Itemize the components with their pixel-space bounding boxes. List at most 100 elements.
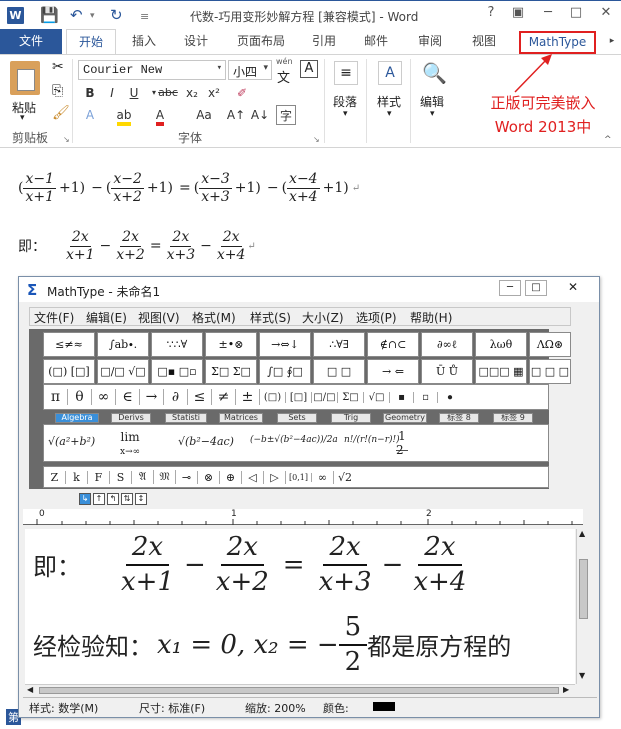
menu-size[interactable]: 大小(Z)	[302, 309, 344, 326]
symbol-infinity-small[interactable]: ∞	[312, 470, 334, 484]
tabstop-left-icon[interactable]: ↳	[79, 493, 91, 505]
tab-9[interactable]: 标签 9	[493, 413, 533, 423]
status-style[interactable]: 样式: 数学(M)	[29, 700, 98, 716]
template-discriminant[interactable]: √(b²−4ac)	[178, 435, 234, 448]
denominator: x+3	[201, 188, 230, 205]
vertical-scrollbar[interactable]: ▲ ▼	[576, 529, 590, 684]
tab-8[interactable]: 标签 8	[439, 413, 479, 423]
template-subscript[interactable]: ▫	[414, 391, 438, 403]
symbol-element[interactable]: ∈	[116, 389, 140, 405]
template-parens[interactable]: (□)	[260, 391, 286, 403]
template-sqrt2[interactable]: √2	[334, 471, 356, 484]
style-fraktur-m[interactable]: 𝔐	[154, 470, 176, 484]
symbol-multimap[interactable]: ⊸	[176, 470, 198, 484]
style-z[interactable]: Z	[44, 470, 66, 484]
symbol-pi[interactable]: π	[44, 389, 68, 405]
status-size[interactable]: 尺寸: 标准(F)	[139, 700, 205, 716]
symbol-leq[interactable]: ≤	[188, 389, 212, 405]
symbol-theta[interactable]: θ	[68, 389, 92, 405]
scroll-right-icon[interactable]: ▶	[563, 685, 569, 694]
minimize-icon[interactable]: ─	[499, 280, 521, 296]
palette-logic[interactable]: ∴∀∃	[313, 332, 365, 357]
style-k[interactable]: k	[66, 470, 88, 484]
symbol-otimes[interactable]: ⊗	[198, 470, 220, 484]
palette-sets[interactable]: ∉∩⊂	[367, 332, 419, 357]
template-quadratic[interactable]: (−b±√(b²−4ac))/2a	[250, 435, 338, 445]
fraction: 2x x+1	[115, 531, 180, 598]
hscroll-thumb[interactable]	[39, 687, 559, 694]
scroll-left-icon[interactable]: ◀	[27, 685, 33, 694]
symbol-partial[interactable]: ∂	[164, 389, 188, 405]
palette-arrows[interactable]: →⇔↓	[259, 332, 311, 357]
template-combination[interactable]: n!/(r!(n−r)!)	[344, 435, 400, 445]
palette-spaces[interactable]: ∫ab∙.	[97, 332, 149, 357]
menu-style[interactable]: 样式(S)	[250, 309, 291, 326]
tab-matrices[interactable]: Matrices	[219, 413, 263, 423]
symbol-triangle-right[interactable]: ▷	[264, 470, 286, 484]
template-limit[interactable]: lim x→∞	[120, 431, 140, 459]
horizontal-scrollbar[interactable]: ◀ ▶	[25, 684, 575, 696]
tab-algebra[interactable]: Algebra	[55, 413, 99, 423]
status-color[interactable]: 颜色:	[323, 700, 349, 716]
symbol-triangle-left[interactable]: ◁	[242, 470, 264, 484]
style-f[interactable]: F	[88, 470, 110, 484]
tabstop-relation-icon[interactable]: ⇅	[121, 493, 133, 505]
tab-derivs[interactable]: Derivs	[111, 413, 151, 423]
tab-statistics[interactable]: Statisti	[165, 413, 207, 423]
numerator: 5	[338, 611, 368, 646]
style-s[interactable]: S	[110, 470, 132, 484]
template-sqrt[interactable]: √□	[364, 391, 390, 403]
template-pythagoras[interactable]: √(a²+b²)	[48, 435, 95, 448]
tab-geometry[interactable]: Geometry	[383, 413, 427, 423]
tab-trig[interactable]: Trig	[331, 413, 371, 423]
symbol-infinity[interactable]: ∞	[92, 389, 116, 405]
equation-editor-area[interactable]: 即： 2x x+1 − 2x x+2 = 2x x+3 − 2x x+4 经检验知： x…	[25, 529, 575, 684]
palette-embellishments[interactable]: ∵∴∀	[151, 332, 203, 357]
scroll-thumb[interactable]	[579, 559, 588, 619]
symbol-neq[interactable]: ≠	[212, 389, 236, 405]
scroll-down-icon[interactable]: ▼	[579, 671, 585, 680]
maximize-icon[interactable]: □	[525, 280, 547, 296]
status-zoom[interactable]: 缩放: 200%	[245, 700, 306, 716]
palette-matrices[interactable]: □□□ ▦	[475, 359, 527, 384]
palette-operators[interactable]: ±•⊗	[205, 332, 257, 357]
menu-help[interactable]: 帮助(H)	[410, 309, 452, 326]
palette-fences[interactable]: (□) [□]	[43, 359, 95, 384]
menu-options[interactable]: 选项(P)	[356, 309, 397, 326]
tabstop-center-icon[interactable]: ↑	[93, 493, 105, 505]
palette-greek-upper[interactable]: ΛΩ⊛	[529, 332, 571, 357]
menu-view[interactable]: 视图(V)	[138, 309, 180, 326]
tabstop-decimal-icon[interactable]: ↕	[135, 493, 147, 505]
menu-format[interactable]: 格式(M)	[192, 309, 236, 326]
close-icon[interactable]: ✕	[555, 280, 591, 296]
style-fraktur-a[interactable]: 𝔄	[132, 470, 154, 484]
palette-misc[interactable]: ∂∞ℓ	[421, 332, 473, 357]
palette-bars[interactable]: □ □	[313, 359, 365, 384]
palette-scripts[interactable]: □▪ □▫	[151, 359, 203, 384]
template-fraction[interactable]: □/□	[312, 391, 338, 403]
symbol-plusminus[interactable]: ±	[236, 389, 260, 405]
symbol-arrow[interactable]: →	[140, 389, 164, 405]
palette-boxes[interactable]: □ □ □	[529, 359, 571, 384]
tab-sets[interactable]: Sets	[277, 413, 317, 423]
palette-sums[interactable]: Σ□ Σ□	[205, 359, 257, 384]
menu-edit[interactable]: 编辑(E)	[86, 309, 127, 326]
template-sum[interactable]: Σ□	[338, 391, 364, 403]
tabstop-right-icon[interactable]: ↰	[107, 493, 119, 505]
ruler[interactable]: 0 1 2	[23, 509, 583, 525]
palette-integrals[interactable]: ∫□ ∮□	[259, 359, 311, 384]
scroll-up-icon[interactable]: ▲	[579, 529, 585, 538]
template-interval[interactable]: [0,1]	[286, 472, 312, 482]
denominator: x+4	[216, 246, 246, 263]
palette-greek-lower[interactable]: λωθ	[475, 332, 527, 357]
template-brackets[interactable]: [□]	[286, 391, 312, 403]
palette-fractions[interactable]: □/□ √□	[97, 359, 149, 384]
template-dot[interactable]: ⦁	[438, 392, 462, 403]
palette-labeled-arrows[interactable]: → ⇐	[367, 359, 419, 384]
menu-file[interactable]: 文件(F)	[34, 309, 74, 326]
symbol-oplus[interactable]: ⊕	[220, 470, 242, 484]
palette-relations[interactable]: ≤≠≈	[43, 332, 95, 357]
color-swatch[interactable]	[373, 702, 395, 711]
palette-products[interactable]: Ū Ů	[421, 359, 473, 384]
template-superscript[interactable]: ▪	[390, 391, 414, 403]
